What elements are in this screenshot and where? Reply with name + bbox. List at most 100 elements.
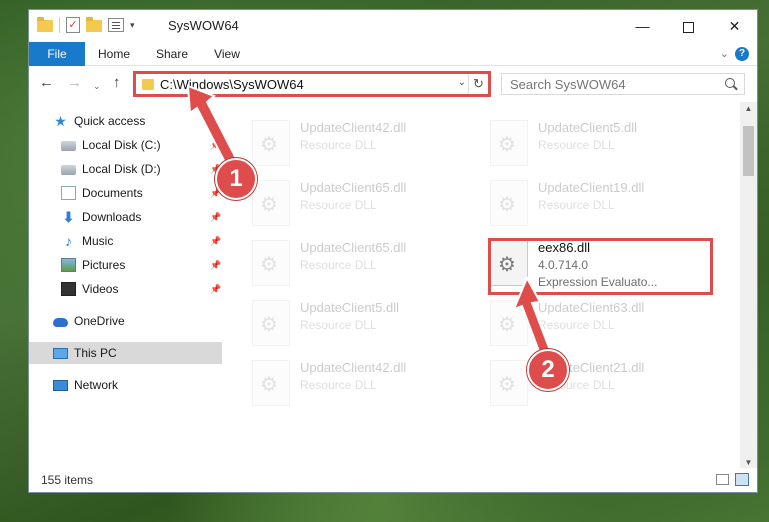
sidebar-item-label: Videos [82, 282, 119, 296]
file-item[interactable]: UpdateClient5.dll Resource DLL [252, 296, 482, 352]
recent-locations-icon[interactable]: ⌄ [93, 77, 101, 95]
file-item[interactable]: UpdateClient63.dll Resource DLL [490, 296, 720, 352]
file-list: UpdateClient42.dll Resource DLL UpdateCl… [222, 102, 740, 470]
minimize-button[interactable]: — [620, 10, 665, 42]
step-2-badge: 2 [527, 349, 569, 391]
file-item[interactable]: UpdateClient42.dll Resource DLL [252, 356, 482, 412]
file-type: Resource DLL [300, 258, 377, 272]
vertical-scrollbar[interactable]: ▲ ▼ [740, 102, 757, 470]
drive-icon [61, 165, 76, 175]
sidebar-item-documents[interactable]: Documents 📌 [29, 182, 222, 204]
back-button[interactable]: ← [39, 74, 54, 92]
dll-file-icon [490, 120, 528, 166]
file-name: UpdateClient5.dll [300, 300, 400, 315]
file-highlight-box [488, 238, 713, 295]
file-item[interactable]: UpdateClient19.dll Resource DLL [490, 176, 720, 232]
explorer-window: ✓ ▾ SysWOW64 — ✕ File Home Share View ⌄ … [28, 9, 758, 493]
scroll-up-button[interactable]: ▲ [740, 102, 757, 116]
dll-file-icon [490, 300, 528, 346]
sidebar-item-videos[interactable]: Videos 📌 [29, 278, 222, 300]
dll-file-icon [252, 240, 290, 286]
refresh-button[interactable]: ↻ [468, 74, 488, 94]
star-icon: ★ [54, 113, 67, 129]
tab-view[interactable]: View [205, 42, 249, 66]
sidebar-item-label: Pictures [82, 258, 126, 272]
customize-toolbar-icon[interactable]: ▾ [130, 20, 135, 31]
forward-button[interactable]: → [67, 74, 82, 92]
network-icon [53, 379, 68, 391]
help-icon[interactable]: ? [735, 47, 749, 61]
sidebar-item-pictures[interactable]: Pictures 📌 [29, 254, 222, 276]
file-name: UpdateClient63.dll [538, 300, 645, 315]
address-path[interactable]: C:\Windows\SysWOW64 [160, 77, 304, 92]
navigation-bar: ← → ⌄ ↑ C:\Windows\SysWOW64 ⌄ ↻ [29, 66, 757, 102]
dll-file-icon [490, 180, 528, 226]
dll-file-icon [252, 120, 290, 166]
sidebar-item-network[interactable]: Network [29, 374, 222, 396]
tab-home[interactable]: Home [89, 42, 139, 66]
up-button[interactable]: ↑ [113, 74, 121, 92]
pin-icon[interactable]: 📌 [210, 140, 221, 150]
pin-icon[interactable]: 📌 [210, 260, 221, 270]
file-type: Resource DLL [300, 138, 377, 152]
file-item[interactable]: UpdateClient5.dll Resource DLL [490, 116, 720, 172]
music-icon: ♪ [65, 233, 72, 249]
tab-share[interactable]: Share [149, 42, 195, 66]
step-1-badge: 1 [215, 158, 257, 200]
file-item[interactable]: UpdateClient65.dll Resource DLL [252, 236, 482, 292]
sidebar-item-downloads[interactable]: ⬇ Downloads 📌 [29, 206, 222, 228]
expand-ribbon-icon[interactable]: ⌄ [720, 47, 729, 60]
file-type: Resource DLL [538, 318, 615, 332]
address-bar[interactable]: C:\Windows\SysWOW64 ⌄ ↻ [133, 71, 491, 97]
address-dropdown-icon[interactable]: ⌄ [458, 77, 466, 88]
pin-icon[interactable]: 📌 [210, 212, 221, 222]
toolbar-divider [59, 17, 60, 33]
file-type: Resource DLL [538, 138, 615, 152]
sidebar-item-label: Documents [82, 186, 143, 200]
pin-icon[interactable]: 📌 [210, 236, 221, 246]
sidebar-item-label: OneDrive [74, 314, 125, 328]
large-icons-view-icon[interactable] [735, 473, 749, 486]
maximize-button[interactable] [666, 10, 711, 42]
file-item[interactable]: UpdateClient65.dll Resource DLL [252, 176, 482, 232]
sidebar-item-this-pc[interactable]: This PC [29, 342, 222, 364]
file-name: UpdateClient65.dll [300, 240, 407, 255]
file-name: UpdateClient5.dll [538, 120, 638, 135]
pin-icon[interactable]: 📌 [210, 284, 221, 294]
window-title: SysWOW64 [168, 18, 239, 33]
dll-file-icon [252, 300, 290, 346]
maximize-icon [683, 21, 694, 33]
sidebar-item-onedrive[interactable]: OneDrive [29, 310, 222, 332]
properties-check-icon[interactable]: ✓ [66, 17, 80, 33]
pin-icon[interactable]: 📌 [210, 188, 221, 198]
sidebar-item-local-disk-d[interactable]: Local Disk (D:) 📌 [29, 158, 222, 180]
sidebar-item-label: Quick access [74, 114, 146, 128]
sidebar-item-local-disk-c[interactable]: Local Disk (C:) 📌 [29, 134, 222, 156]
navigation-pane: ★ Quick access Local Disk (C:) 📌 Local D… [29, 102, 222, 470]
new-folder-icon[interactable] [86, 17, 102, 32]
quick-access-toolbar: ✓ ▾ [37, 17, 135, 33]
file-item[interactable]: UpdateClient42.dll Resource DLL [252, 116, 482, 172]
dll-file-icon [252, 360, 290, 406]
details-view-icon[interactable] [716, 474, 729, 485]
folder-icon [142, 79, 154, 90]
close-button[interactable]: ✕ [712, 10, 757, 42]
documents-icon [61, 186, 76, 200]
title-bar: ✓ ▾ SysWOW64 — ✕ [29, 10, 757, 42]
properties-icon[interactable] [108, 18, 124, 32]
file-item[interactable]: UpdateClient21.dll Resource DLL [490, 356, 720, 412]
search-icon[interactable] [725, 78, 735, 88]
tab-file[interactable]: File [29, 42, 85, 66]
computer-icon [53, 347, 68, 359]
file-name: UpdateClient19.dll [538, 180, 645, 195]
file-name: UpdateClient65.dll [300, 180, 407, 195]
folder-icon [37, 17, 53, 32]
drive-icon [61, 141, 76, 151]
search-input[interactable] [501, 73, 745, 95]
scroll-thumb[interactable] [743, 126, 754, 176]
file-type: Resource DLL [300, 378, 377, 392]
sidebar-item-quick-access[interactable]: ★ Quick access [29, 110, 222, 132]
sidebar-item-music[interactable]: ♪ Music 📌 [29, 230, 222, 252]
dll-file-icon [490, 360, 528, 406]
cloud-icon [53, 318, 68, 327]
